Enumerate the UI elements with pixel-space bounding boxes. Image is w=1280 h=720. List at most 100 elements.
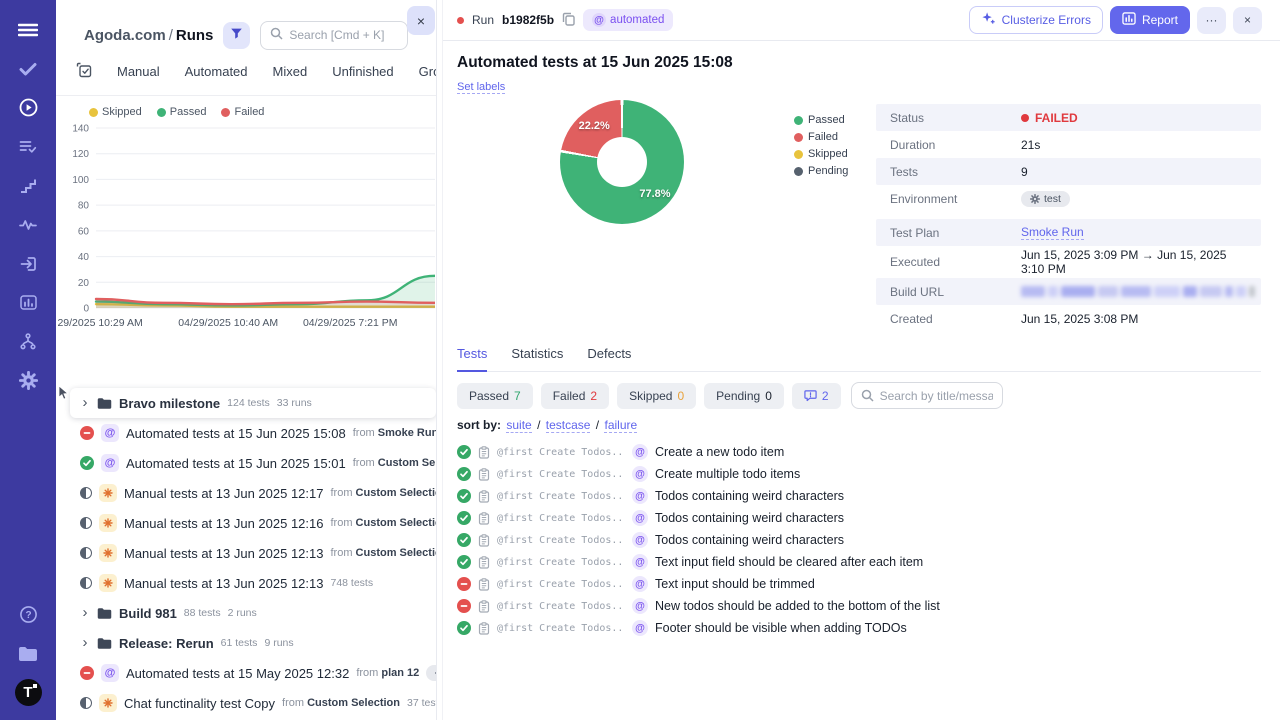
- tests-search-input[interactable]: [879, 388, 993, 403]
- run-row[interactable]: Manual tests at 13 Jun 2025 12:16 from Cu…: [56, 508, 436, 538]
- test-row[interactable]: @first Create Todos... @ Footer should be …: [457, 617, 1261, 639]
- failed-dot: [221, 107, 231, 117]
- test-title: New todos should be added to the bottom …: [655, 599, 940, 613]
- hamburger-menu-icon[interactable]: [8, 10, 48, 49]
- run-group-row[interactable]: › Bravo milestone 124 tests 33 runs: [70, 388, 436, 418]
- import-icon[interactable]: [8, 244, 48, 283]
- tab-tests[interactable]: Tests: [457, 346, 488, 372]
- legend-passed[interactable]: Passed: [156, 106, 206, 118]
- test-row[interactable]: @first Create Todos... @ Todos containing …: [457, 507, 1261, 529]
- select-all-icon[interactable]: [76, 62, 92, 81]
- test-plan-link[interactable]: Smoke Run: [1021, 225, 1084, 240]
- run-title: Automated tests at 15 Jun 2025 15:01: [126, 455, 346, 471]
- reports-bar-chart-icon[interactable]: [8, 283, 48, 322]
- filter-passed[interactable]: Passed 7: [457, 382, 533, 409]
- runs-search-input[interactable]: [289, 28, 399, 42]
- folder-icon: [97, 637, 112, 650]
- legend-skipped[interactable]: Skipped: [89, 106, 142, 118]
- tests-count: 748 tests: [330, 577, 374, 589]
- runs-play-icon[interactable]: [8, 88, 48, 127]
- donut-legend-pending[interactable]: Pending: [794, 165, 864, 177]
- run-row[interactable]: Manual tests at 13 Jun 2025 12:13 748 tes…: [56, 568, 436, 598]
- detail-row-created: Created Jun 15, 2025 3:08 PM: [876, 305, 1261, 332]
- sort-bar: sort by: suite / testcase / failure: [457, 418, 1261, 433]
- partial-status-icon: [80, 487, 92, 499]
- test-row[interactable]: @first Create Todos... @ Todos containing …: [457, 485, 1261, 507]
- test-row[interactable]: @first Create Todos... @ Text input field …: [457, 551, 1261, 573]
- tab-mixed[interactable]: Mixed: [273, 64, 308, 79]
- report-button[interactable]: Report: [1109, 6, 1190, 34]
- tab-manual[interactable]: Manual: [117, 64, 160, 79]
- milestones-steps-icon[interactable]: [8, 166, 48, 205]
- run-row[interactable]: Manual tests at 13 Jun 2025 12:17 from Cu…: [56, 478, 436, 508]
- run-group-row[interactable]: › Build 981 88 tests 2 runs: [56, 598, 436, 628]
- left-panel-close-button[interactable]: ×: [407, 6, 435, 35]
- donut-legend-passed[interactable]: Passed: [794, 114, 864, 126]
- legend-failed[interactable]: Failed: [221, 106, 264, 118]
- run-group-row[interactable]: › Release: Rerun 61 tests 9 runs: [56, 628, 436, 658]
- more-actions-button[interactable]: ···: [1197, 6, 1226, 34]
- detail-label: Created: [890, 311, 933, 326]
- clusterize-errors-button[interactable]: Clusterize Errors: [968, 6, 1103, 34]
- search-icon: [861, 389, 874, 402]
- app-logo[interactable]: T: [8, 673, 48, 712]
- branches-icon[interactable]: [8, 322, 48, 361]
- run-row[interactable]: Manual tests at 13 Jun 2025 12:13 from Cu…: [56, 538, 436, 568]
- pulse-activity-icon[interactable]: [8, 205, 48, 244]
- test-row[interactable]: @first Create Todos... @ New todos should …: [457, 595, 1261, 617]
- set-labels-link[interactable]: Set labels: [457, 81, 506, 94]
- tab-unfinished[interactable]: Unfinished: [332, 64, 393, 79]
- test-row[interactable]: @first Create Todos... @ Todos containing …: [457, 529, 1261, 551]
- tab-groups[interactable]: Groups: [419, 64, 436, 79]
- environment-badge: test: [1021, 190, 1070, 207]
- clusterize-errors-label: Clusterize Errors: [1001, 13, 1091, 27]
- filter-label: Pending: [716, 388, 761, 403]
- detail-row-test-plan: Test Plan Smoke Run: [876, 219, 1261, 246]
- donut-legend-skipped[interactable]: Skipped: [794, 148, 864, 160]
- filter-label: Failed: [552, 388, 586, 403]
- automated-run-icon: @: [101, 454, 119, 472]
- run-row[interactable]: Chat functinality test Copy from Custom S…: [56, 688, 436, 718]
- filter-skipped[interactable]: Skipped 0: [617, 382, 697, 409]
- settings-gear-icon[interactable]: [8, 361, 48, 400]
- manual-run-icon: [99, 514, 117, 532]
- tests-check-icon[interactable]: [8, 49, 48, 88]
- svg-text:140: 140: [72, 124, 89, 135]
- report-label: Report: [1141, 13, 1178, 27]
- run-row[interactable]: @ Automated tests at 15 Jun 2025 15:01 fro…: [56, 448, 436, 478]
- projects-folder-icon[interactable]: [8, 634, 48, 673]
- failed-dot-icon: [1021, 113, 1029, 122]
- test-suite-path: @first Create Todos...: [497, 600, 625, 612]
- test-plans-list-icon[interactable]: [8, 127, 48, 166]
- legend-label: Passed: [808, 114, 845, 126]
- run-source: from Custom Selection: [330, 487, 436, 499]
- run-row[interactable]: @ Automated tests at 15 Jun 2025 15:08 fro…: [56, 418, 436, 448]
- test-suite-path: @first Create Todos...: [497, 446, 625, 458]
- copy-run-id-button[interactable]: [562, 12, 575, 29]
- run-row[interactable]: @ Automated tests at 15 May 2025 12:32 fro…: [56, 658, 436, 688]
- run-detail-header: Run b1982f5b @ automated Clusterize Erro…: [443, 0, 1280, 41]
- filter-failed[interactable]: Failed 2: [540, 382, 610, 409]
- tab-statistics[interactable]: Statistics: [511, 346, 563, 371]
- filter-pending[interactable]: Pending 0: [704, 382, 784, 409]
- run-details-table: Status FAILED Duration 21s Tests 9 Environment…: [876, 104, 1261, 332]
- test-row[interactable]: @first Create Todos... @ Create multiple t…: [457, 463, 1261, 485]
- sort-by-suite[interactable]: suite: [506, 418, 532, 433]
- sort-by-failure[interactable]: failure: [604, 418, 638, 433]
- help-icon[interactable]: ?: [8, 595, 48, 634]
- tab-automated[interactable]: Automated: [185, 64, 248, 79]
- breadcrumb-project[interactable]: Agoda.com: [84, 27, 166, 44]
- svg-text:0: 0: [83, 304, 89, 315]
- donut-legend-failed[interactable]: Failed: [794, 131, 864, 143]
- test-row[interactable]: @first Create Todos... @ Text input should…: [457, 573, 1261, 595]
- test-row[interactable]: @first Create Todos... @ Create a new todo…: [457, 441, 1261, 463]
- environment-badge: test: [426, 665, 436, 681]
- sort-by-testcase[interactable]: testcase: [545, 418, 591, 433]
- clipboard-icon: [478, 445, 490, 459]
- filter-comments[interactable]: 2: [791, 382, 841, 409]
- clipboard-icon: [478, 599, 490, 613]
- close-run-button[interactable]: ×: [1233, 6, 1262, 34]
- run-title: Automated tests at 15 Jun 2025 15:08: [126, 425, 346, 441]
- filter-button[interactable]: [223, 21, 251, 49]
- tab-defects[interactable]: Defects: [587, 346, 631, 371]
